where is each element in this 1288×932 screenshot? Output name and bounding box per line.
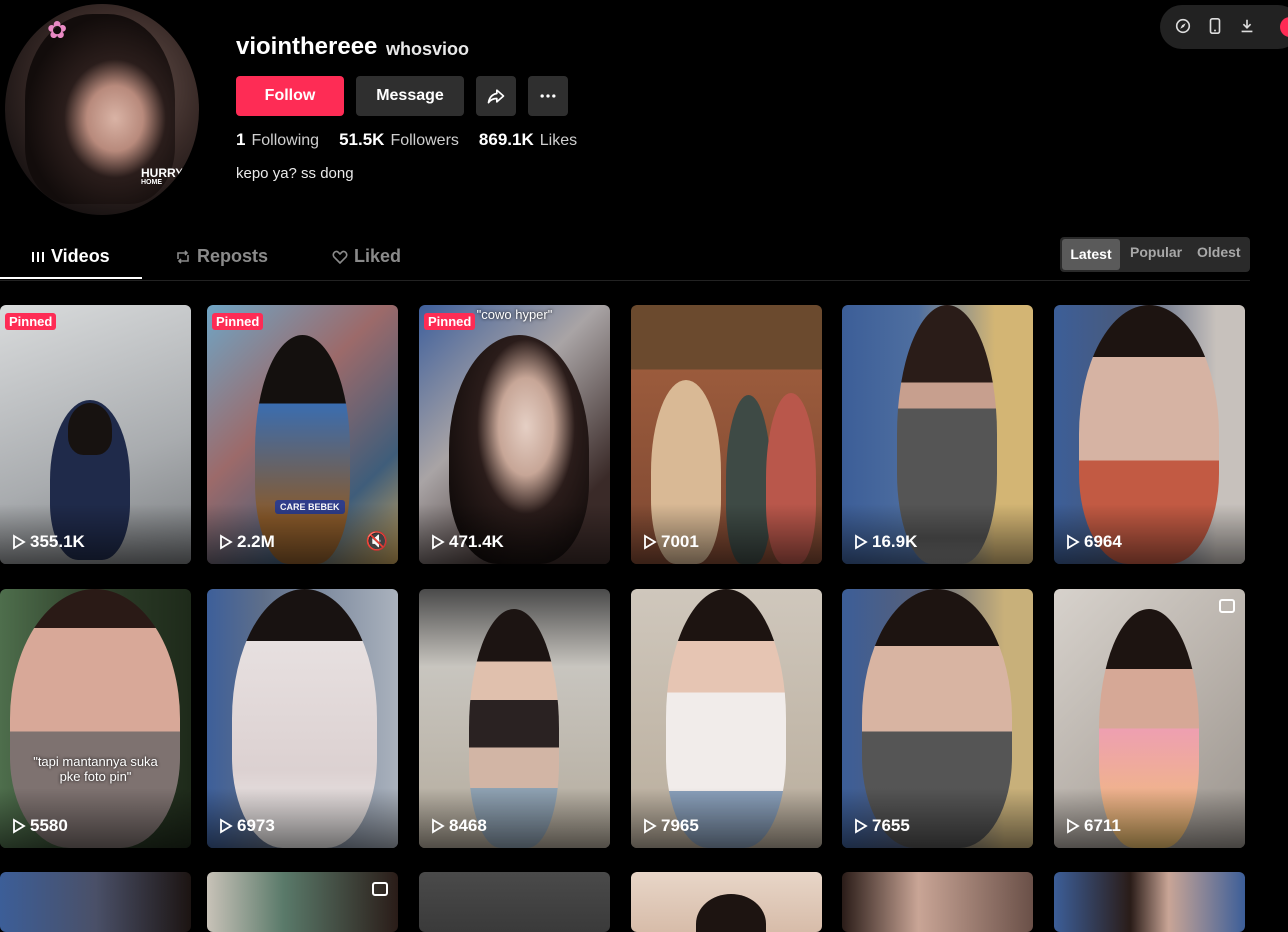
play-icon [13, 818, 26, 834]
view-count: 7655 [854, 816, 910, 836]
profile-username: viointhereee [236, 33, 378, 60]
photo-post-icon [372, 882, 388, 896]
video-caption: "tapi mantannya suka pke foto pin" [33, 754, 158, 784]
play-icon [644, 818, 657, 834]
video-card[interactable]: 6711 [1054, 589, 1245, 848]
photo-post-icon [1219, 599, 1235, 613]
video-card[interactable]: 7655 [842, 589, 1033, 848]
video-card[interactable]: 7001 [631, 305, 822, 564]
avatar-watermark: HURRY HOME [141, 166, 184, 186]
view-count: 6973 [219, 816, 275, 836]
play-icon [855, 818, 868, 834]
view-count: 6964 [1066, 532, 1122, 552]
video-card[interactable] [631, 872, 822, 932]
video-card[interactable]: 8468 [419, 589, 610, 848]
followers-stat[interactable]: 51.5K Followers [339, 130, 459, 150]
view-count: 5580 [12, 816, 68, 836]
view-count: 2.2M [219, 532, 275, 552]
pinned-badge: Pinned [212, 313, 264, 330]
profile-stats: 1 Following 51.5K Followers 869.1K Likes [236, 130, 577, 150]
likes-stat: 869.1K Likes [478, 130, 578, 149]
muted-speaker-icon[interactable]: 🔇 [366, 531, 388, 552]
sort-oldest[interactable]: Oldest [1197, 237, 1241, 268]
video-card[interactable]: 6964 [1054, 305, 1245, 564]
play-icon [432, 534, 445, 550]
video-card[interactable]: 6973 [207, 589, 398, 848]
following-stat[interactable]: 1 Following [236, 130, 319, 150]
notification-avatar[interactable] [1280, 17, 1288, 37]
sort-popular[interactable]: Popular [1130, 237, 1182, 268]
follow-button[interactable]: Follow [236, 76, 344, 116]
video-card[interactable] [1054, 872, 1245, 932]
tab-liked[interactable]: Liked [332, 246, 401, 267]
video-card[interactable]: "tapi mantannya suka pke foto pin" 5580 [0, 589, 191, 848]
top-toolbar [1160, 5, 1288, 49]
share-arrow-icon [487, 89, 505, 104]
play-icon [220, 818, 233, 834]
video-card[interactable] [207, 872, 398, 932]
tab-reposts[interactable]: Reposts [175, 246, 268, 267]
play-icon [220, 534, 233, 550]
view-count: 6711 [1066, 816, 1121, 836]
video-card[interactable] [419, 872, 610, 932]
video-card[interactable]: Pinned 355.1K [0, 305, 191, 564]
video-card[interactable]: Pinned CARE BEBEK 2.2M 🔇 [207, 305, 398, 564]
play-icon [855, 534, 868, 550]
play-icon [644, 534, 657, 550]
view-count: 8468 [431, 816, 487, 836]
flower-icon: ✿ [47, 17, 68, 44]
tab-videos[interactable]: Videos [31, 246, 110, 267]
view-count: 355.1K [12, 532, 85, 552]
view-count: 7965 [643, 816, 699, 836]
compass-icon[interactable] [1174, 17, 1192, 35]
download-icon[interactable] [1238, 17, 1256, 35]
video-card[interactable]: 16.9K [842, 305, 1033, 564]
pinned-badge: Pinned [424, 313, 476, 330]
pinned-badge: Pinned [5, 313, 57, 330]
play-icon [432, 818, 445, 834]
sort-latest[interactable]: Latest [1062, 239, 1120, 270]
profile-nickname: whosvioo [386, 39, 470, 59]
repost-icon [177, 249, 189, 264]
more-options-button[interactable] [528, 76, 568, 116]
video-card[interactable] [0, 872, 191, 932]
profile-bio: kepo ya? ss dong [236, 165, 354, 182]
share-button[interactable] [476, 76, 516, 116]
view-count: 7001 [643, 532, 699, 552]
profile-avatar[interactable]: ✿ HURRY HOME [5, 4, 199, 215]
video-card[interactable]: "cowo hyper" Pinned 471.4K [419, 305, 610, 564]
sort-toggle: Latest Popular Oldest [1060, 237, 1250, 272]
play-icon [13, 534, 26, 550]
view-count: 471.4K [431, 532, 504, 552]
video-card[interactable]: 7965 [631, 589, 822, 848]
video-card[interactable] [842, 872, 1033, 932]
phone-icon[interactable] [1206, 17, 1224, 35]
grid-bars-icon [32, 251, 44, 262]
active-tab-indicator [0, 277, 142, 279]
play-icon [1067, 818, 1080, 834]
play-icon [1067, 534, 1080, 550]
ellipsis-icon [540, 94, 556, 98]
message-button[interactable]: Message [356, 76, 464, 116]
heart-outline-icon [332, 250, 348, 264]
view-count: 16.9K [854, 532, 917, 552]
